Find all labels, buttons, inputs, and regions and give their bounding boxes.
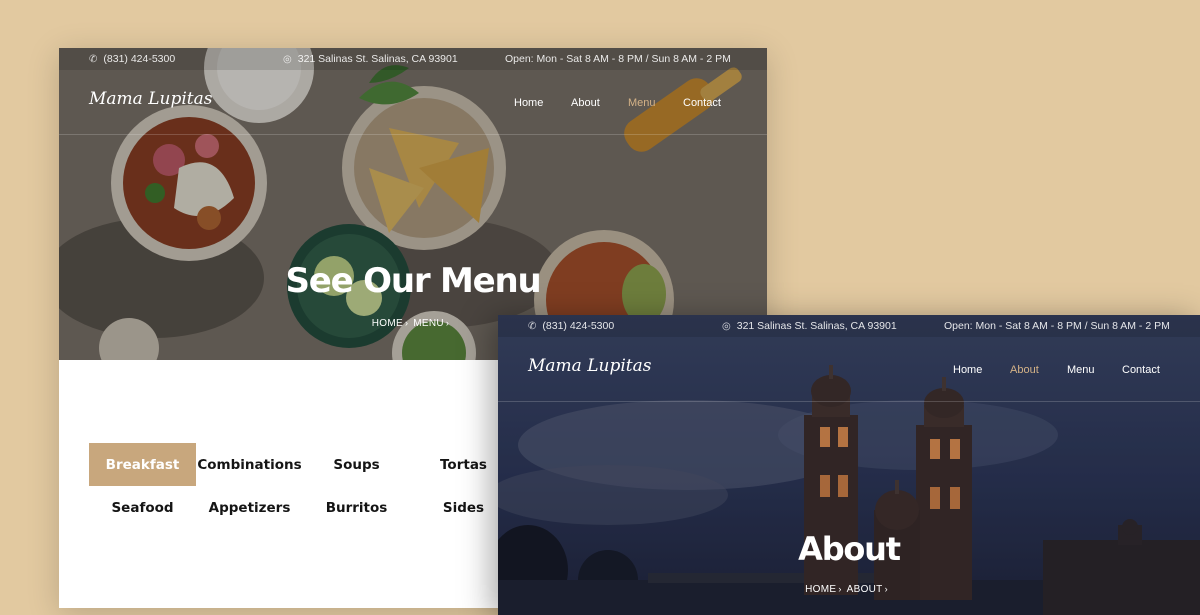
main-nav: Home About Menu Contact [953,364,1160,376]
tab-seafood[interactable]: Seafood [89,486,196,529]
nav-menu[interactable]: Menu [628,97,683,109]
address-text: 321 Salinas St. Salinas, CA 93901 [297,53,458,65]
page-title: About [798,530,901,568]
address-text: 321 Salinas St. Salinas, CA 93901 [736,320,897,332]
main-navbar: Mama Lupitas Home About Menu Contact [498,337,1200,402]
chevron-right-icon: › [445,318,450,328]
breadcrumb: HOME › ABOUT › [498,584,1200,595]
about-page-mockup: ✆ (831) 424-5300 ◎ 321 Salinas St. Salin… [498,315,1200,615]
phone-icon: ✆ [528,320,537,332]
food-hero-image: ✆ (831) 424-5300 ◎ 321 Salinas St. Salin… [59,48,767,360]
nav-about[interactable]: About [571,97,628,109]
nav-contact[interactable]: Contact [1122,364,1160,376]
breadcrumb-home[interactable]: HOME [372,318,403,329]
address-info: ◎ 321 Salinas St. Salinas, CA 93901 [283,53,458,65]
nav-about[interactable]: About [1010,364,1067,376]
page-title: See Our Menu [285,261,541,301]
chevron-right-icon: › [404,318,409,328]
phone-text[interactable]: (831) 424-5300 [103,53,175,65]
breadcrumb-current[interactable]: MENU [413,318,444,329]
phone-info: ✆ (831) 424-5300 [89,53,175,65]
main-nav: Home About Menu Contact [514,97,721,109]
hours-text: Open: Mon - Sat 8 AM - 8 PM / Sun 8 AM -… [505,53,731,65]
chevron-right-icon: › [884,584,888,594]
breadcrumb-home[interactable]: HOME [805,584,836,595]
main-navbar: Mama Lupitas Home About Menu Contact [59,70,767,135]
tab-appetizers[interactable]: Appetizers [196,486,303,529]
tab-breakfast[interactable]: Breakfast [89,443,196,486]
location-icon: ◎ [283,53,292,65]
info-topbar: ✆ (831) 424-5300 ◎ 321 Salinas St. Salin… [59,48,767,70]
nav-home[interactable]: Home [953,364,1010,376]
nav-contact[interactable]: Contact [683,97,721,109]
cathedral-hero-image: ✆ (831) 424-5300 ◎ 321 Salinas St. Salin… [498,315,1200,615]
info-topbar: ✆ (831) 424-5300 ◎ 321 Salinas St. Salin… [498,315,1200,337]
tab-combinations[interactable]: Combinations [196,443,303,486]
hours-text: Open: Mon - Sat 8 AM - 8 PM / Sun 8 AM -… [944,320,1170,332]
phone-icon: ✆ [89,53,98,65]
hours-info: Open: Mon - Sat 8 AM - 8 PM / Sun 8 AM -… [505,53,731,65]
tab-burritos[interactable]: Burritos [303,486,410,529]
chevron-right-icon: › [838,584,842,594]
logo[interactable]: Mama Lupitas [89,89,212,109]
breadcrumb-current[interactable]: ABOUT [847,584,883,595]
phone-info: ✆ (831) 424-5300 [528,320,614,332]
nav-menu[interactable]: Menu [1067,364,1122,376]
address-info: ◎ 321 Salinas St. Salinas, CA 93901 [722,320,897,332]
phone-text[interactable]: (831) 424-5300 [542,320,614,332]
hours-info: Open: Mon - Sat 8 AM - 8 PM / Sun 8 AM -… [944,320,1170,332]
tab-soups[interactable]: Soups [303,443,410,486]
logo[interactable]: Mama Lupitas [528,356,651,376]
location-icon: ◎ [722,320,731,332]
nav-home[interactable]: Home [514,97,571,109]
